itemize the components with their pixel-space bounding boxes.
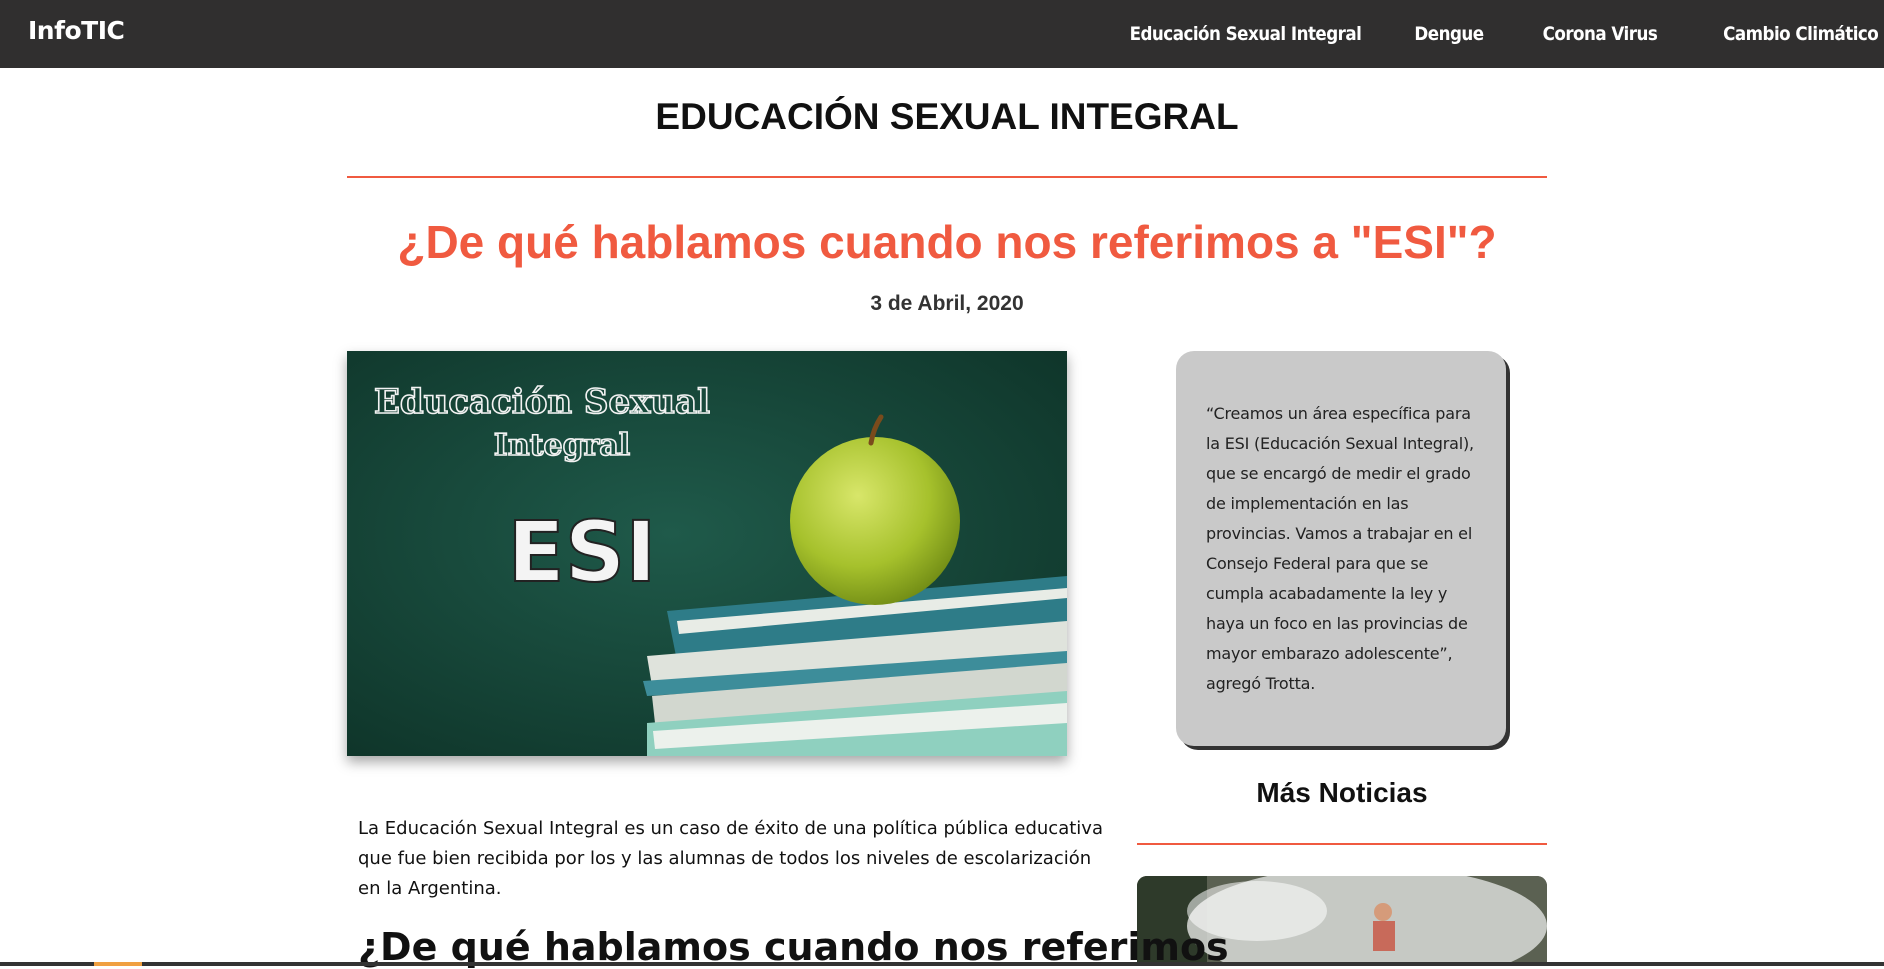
chalk-text-line1: Educación Sexual bbox=[374, 382, 710, 422]
bottom-accent bbox=[94, 962, 142, 966]
quote-card: “Creamos un área específica para la ESI … bbox=[1176, 351, 1506, 746]
nav-links: Educación Sexual Integral Dengue Corona … bbox=[1098, 0, 1884, 68]
nav-link-cambio-climatico[interactable]: Cambio Climático bbox=[1723, 23, 1879, 45]
article-hero-image: Educación Sexual Integral ESI bbox=[347, 351, 1067, 756]
top-navbar: InfoTIC Educación Sexual Integral Dengue… bbox=[0, 0, 1884, 68]
article-date: 3 de Abril, 2020 bbox=[870, 292, 1024, 315]
chalk-text-esi: ESI bbox=[507, 503, 656, 601]
more-news-divider bbox=[1137, 843, 1547, 845]
chalkboard-illustration: Educación Sexual Integral ESI bbox=[347, 351, 1067, 756]
nav-link-corona-virus[interactable]: Corona Virus bbox=[1543, 23, 1658, 45]
brand-logo-link[interactable]: InfoTIC bbox=[28, 16, 125, 45]
section-divider bbox=[347, 176, 1547, 178]
more-news-title: Más Noticias bbox=[1256, 777, 1428, 808]
article-title: ¿De qué hablamos cuando nos referimos a … bbox=[397, 216, 1497, 268]
nav-link-educacion-sexual-integral[interactable]: Educación Sexual Integral bbox=[1129, 23, 1361, 45]
quote-text: “Creamos un área específica para la ESI … bbox=[1206, 404, 1474, 693]
section-title: EDUCACIÓN SEXUAL INTEGRAL bbox=[655, 96, 1239, 137]
nav-link-dengue[interactable]: Dengue bbox=[1414, 23, 1484, 45]
chalk-text-line2: Integral bbox=[494, 428, 630, 463]
article-paragraph: La Educación Sexual Integral es un caso … bbox=[358, 818, 1103, 899]
bottom-scrollbar-area bbox=[0, 962, 1884, 966]
